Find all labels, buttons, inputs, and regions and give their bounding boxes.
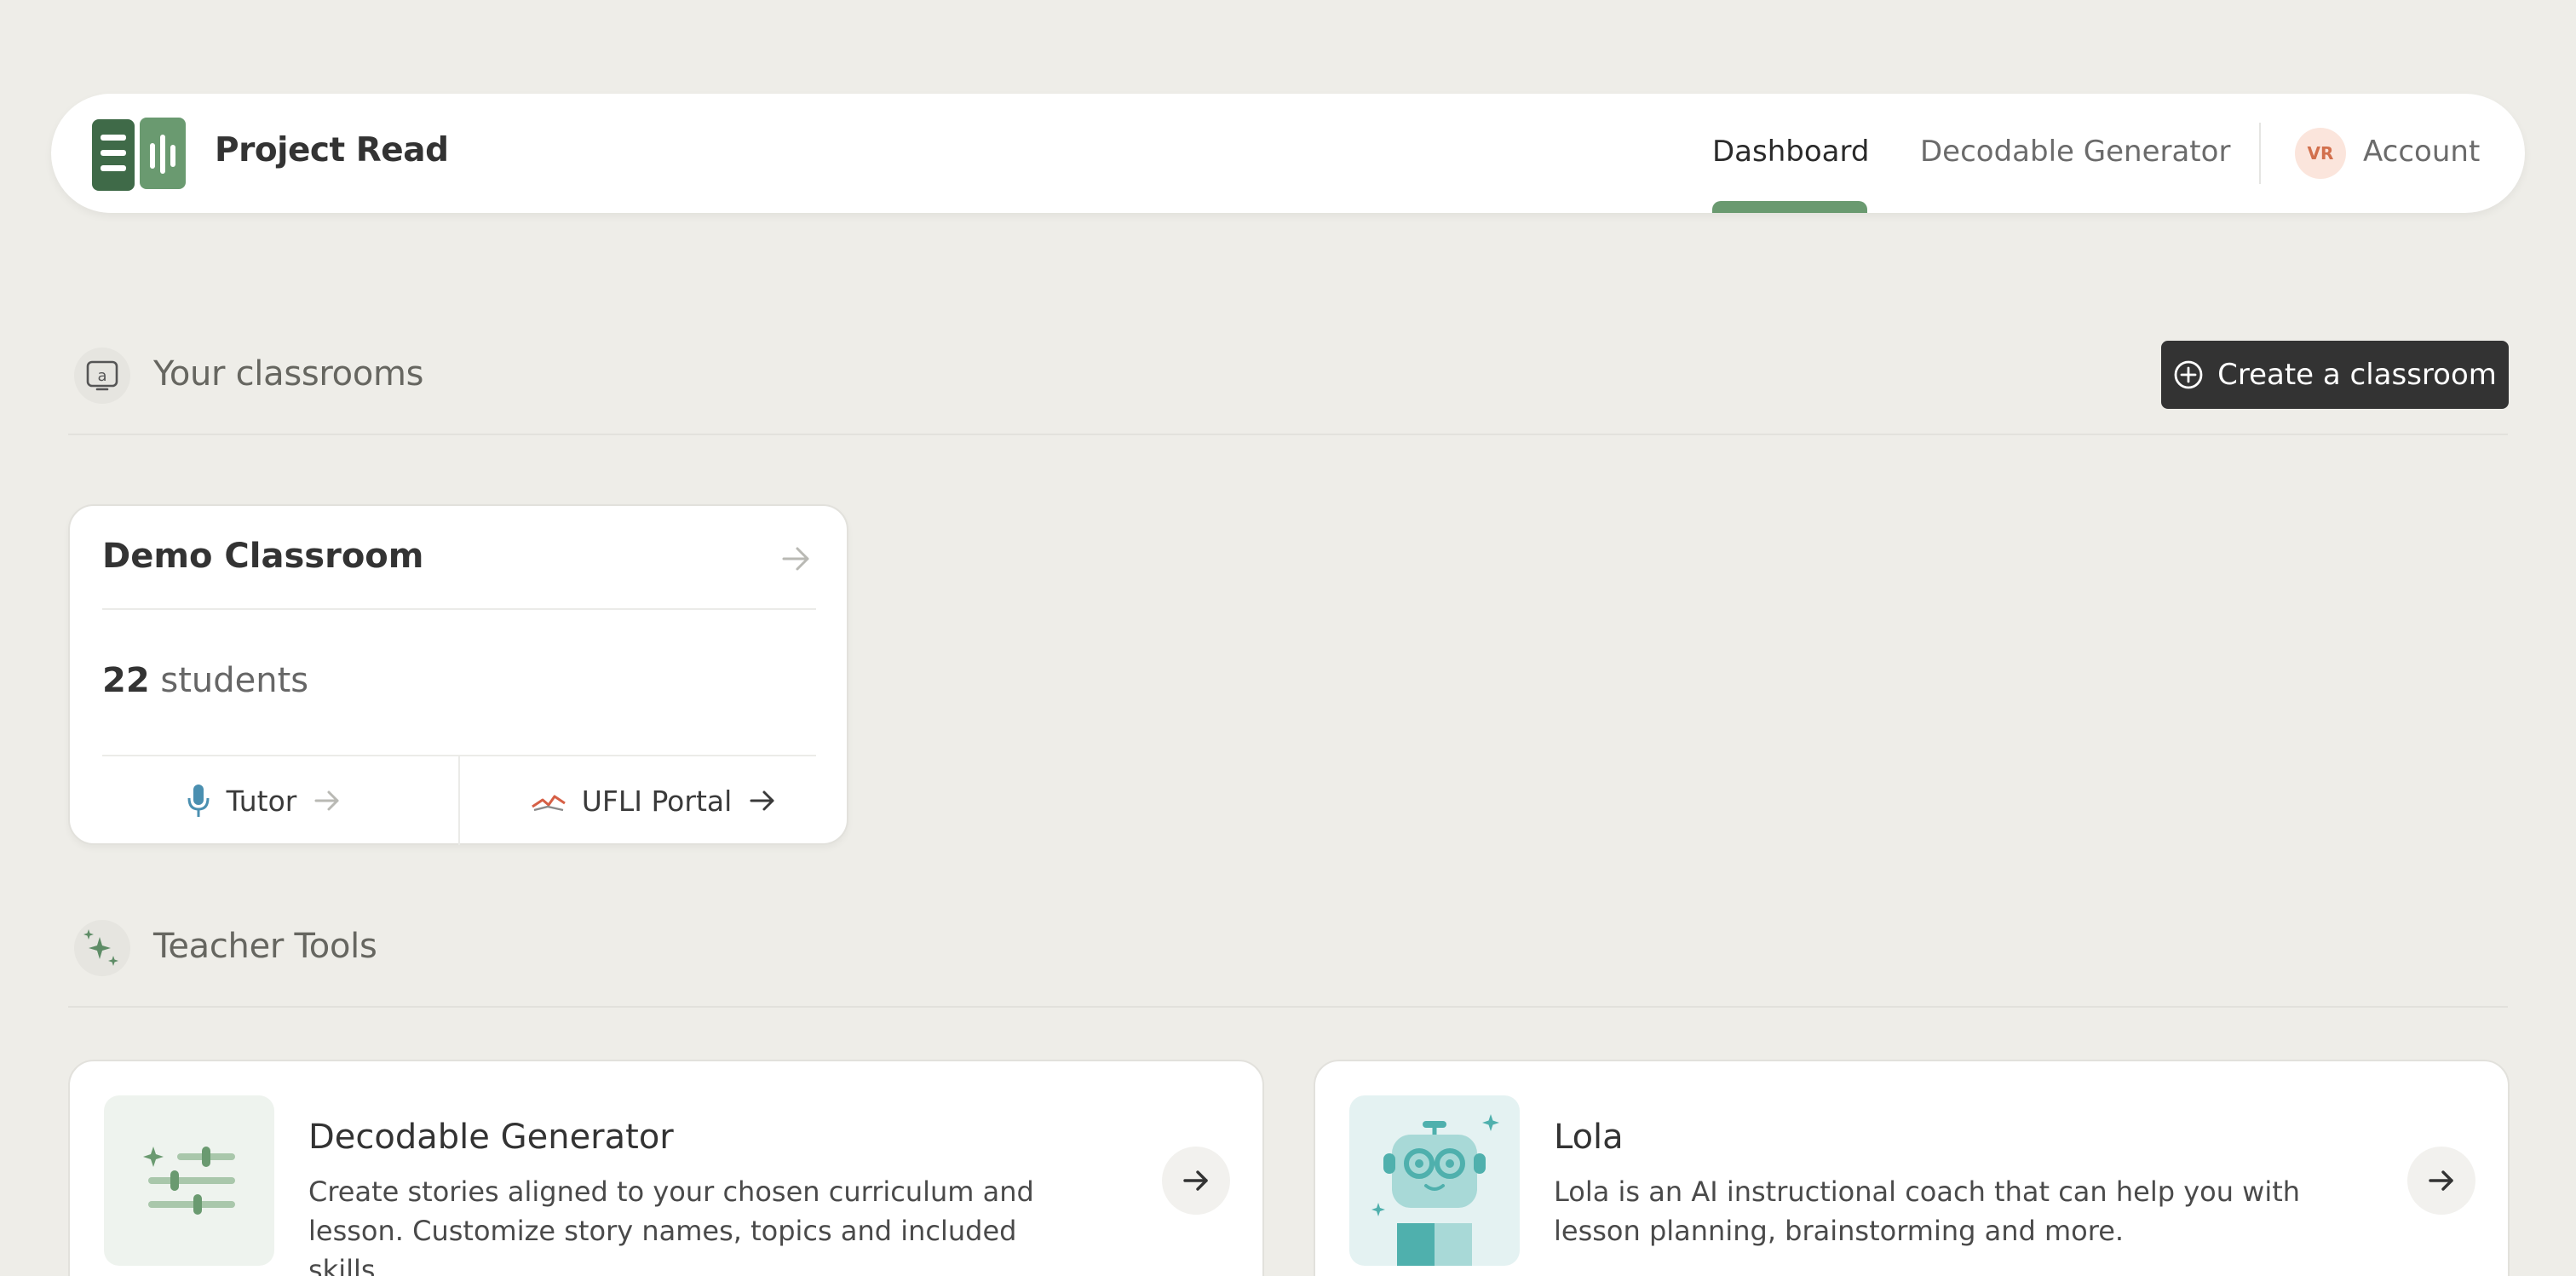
nav-separator bbox=[2259, 123, 2261, 184]
student-count-label: students bbox=[160, 661, 309, 700]
tools-section-icon bbox=[74, 920, 130, 976]
brand-name[interactable]: Project Read bbox=[215, 131, 449, 170]
tool-card-decodable-generator[interactable]: Decodable Generator Create stories align… bbox=[68, 1060, 1264, 1276]
classroom-section-icon: a bbox=[74, 348, 130, 404]
classroom-name[interactable]: Demo Classroom bbox=[102, 537, 423, 576]
nav-dashboard[interactable]: Dashboard bbox=[1712, 135, 1869, 169]
active-tab-indicator bbox=[1712, 201, 1867, 213]
arrow-right-icon bbox=[1183, 1170, 1208, 1191]
open-lola-button[interactable] bbox=[2407, 1147, 2475, 1215]
nav-account[interactable]: Account bbox=[2363, 135, 2480, 169]
decodable-generator-thumbnail bbox=[104, 1095, 274, 1266]
section-divider bbox=[68, 434, 2508, 435]
tool-card-lola[interactable]: Lola Lola is an AI instructional coach t… bbox=[1314, 1060, 2510, 1276]
plus-circle-icon bbox=[2174, 360, 2203, 389]
project-read-logo-icon[interactable] bbox=[92, 118, 186, 191]
tutor-label: Tutor bbox=[226, 784, 297, 818]
arrow-right-icon bbox=[314, 790, 339, 811]
tutor-link[interactable]: Tutor bbox=[70, 756, 458, 845]
robot-reading-icon bbox=[1371, 1114, 1499, 1266]
top-nav-bar: Project Read Dashboard Decodable Generat… bbox=[51, 94, 2525, 213]
lola-thumbnail bbox=[1349, 1095, 1520, 1266]
sparkles-icon bbox=[83, 929, 118, 966]
classroom-board-icon: a bbox=[86, 360, 118, 391]
card-divider bbox=[102, 608, 816, 610]
tool-description: Create stories aligned to your chosen cu… bbox=[308, 1175, 1034, 1276]
section-divider bbox=[68, 1006, 2508, 1008]
student-count-number: 22 bbox=[102, 661, 150, 700]
create-classroom-button[interactable]: Create a classroom bbox=[2161, 341, 2509, 409]
tool-title: Lola bbox=[1554, 1118, 1624, 1157]
microphone-icon bbox=[187, 785, 210, 817]
arrow-right-icon bbox=[750, 790, 774, 811]
open-decodable-generator-button[interactable] bbox=[1162, 1147, 1230, 1215]
sliders-icon bbox=[143, 1147, 235, 1215]
classroom-card[interactable]: Demo Classroom 22 students Tutor UFLI Po… bbox=[68, 504, 848, 845]
tool-description: Lola is an AI instructional coach that c… bbox=[1554, 1175, 2301, 1247]
nav-decodable-generator[interactable]: Decodable Generator bbox=[1920, 135, 2230, 169]
arrow-right-icon[interactable] bbox=[777, 540, 814, 578]
section-title-classrooms: Your classrooms bbox=[153, 354, 424, 394]
ufli-logo-icon bbox=[531, 795, 566, 812]
section-title-teacher-tools: Teacher Tools bbox=[153, 927, 377, 966]
create-classroom-label: Create a classroom bbox=[2217, 358, 2497, 392]
ufli-portal-label: UFLI Portal bbox=[581, 784, 733, 818]
student-count: 22 students bbox=[102, 661, 308, 700]
arrow-right-icon bbox=[2429, 1170, 2453, 1191]
tool-title: Decodable Generator bbox=[308, 1118, 674, 1157]
svg-text:a: a bbox=[97, 367, 106, 385]
ufli-portal-link[interactable]: UFLI Portal bbox=[460, 756, 848, 845]
avatar[interactable]: VR bbox=[2295, 128, 2346, 179]
